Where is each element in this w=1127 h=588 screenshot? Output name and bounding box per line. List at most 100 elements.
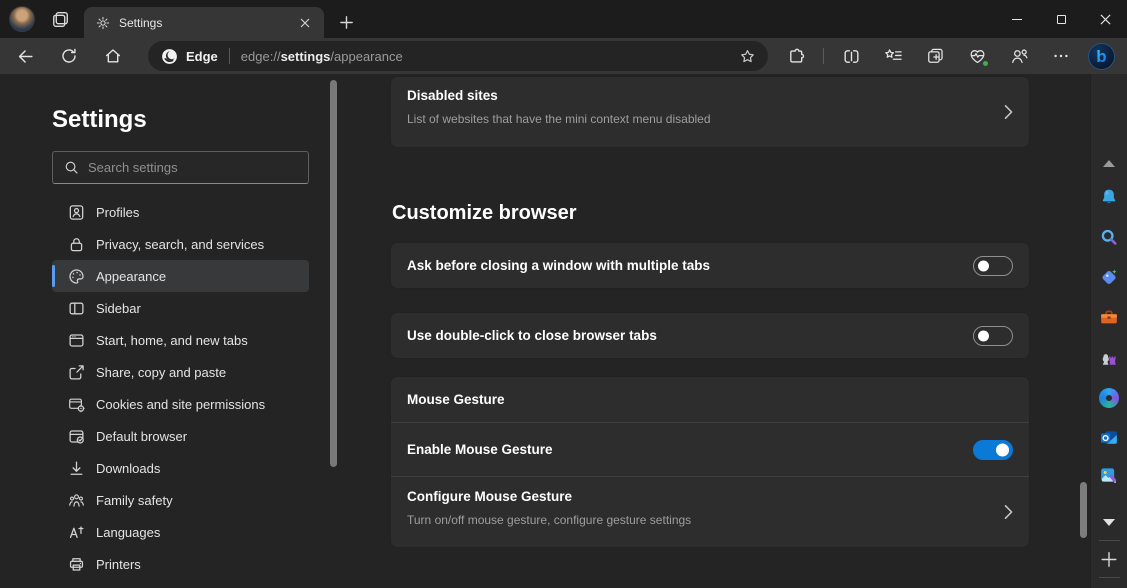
sidebar-item-label: Share, copy and paste — [96, 365, 226, 380]
selected-indicator — [52, 265, 55, 287]
refresh-button[interactable] — [52, 40, 86, 72]
ms-start-icon[interactable] — [1099, 388, 1119, 408]
sidebar-item-label: Privacy, search, and services — [96, 237, 264, 252]
sidebar-item-cookies-permissions[interactable]: Cookies and site permissions — [52, 388, 309, 420]
scroll-up-icon[interactable] — [1103, 160, 1115, 167]
section-heading: Customize browser — [392, 202, 576, 225]
languages-icon — [68, 524, 85, 541]
ask-before-closing-toggle[interactable] — [973, 256, 1013, 276]
sidebar-item-sidebar[interactable]: Sidebar — [52, 292, 309, 324]
essentials-status-dot — [982, 60, 989, 67]
home-button[interactable] — [96, 40, 130, 72]
close-button[interactable] — [1083, 0, 1127, 38]
printer-icon — [68, 556, 85, 573]
copilot-icon[interactable]: b — [1088, 43, 1115, 70]
sidebar-item-profiles[interactable]: Profiles — [52, 196, 309, 228]
profile-avatar[interactable] — [9, 6, 35, 32]
ask-before-closing-card: Ask before closing a window with multipl… — [391, 243, 1029, 288]
stacked-windows-icon — [51, 10, 70, 29]
enable-mouse-gesture-row: Enable Mouse Gesture — [391, 423, 1029, 477]
expand-sidebar-icon[interactable] — [1103, 519, 1115, 526]
double-click-close-toggle[interactable] — [973, 326, 1013, 346]
start-home-icon — [68, 332, 85, 349]
sidebar-panel-icon — [68, 300, 85, 317]
card-title: Disabled sites — [407, 88, 985, 103]
sidebar-item-start-home[interactable]: Start, home, and new tabs — [52, 324, 309, 356]
profile-people-icon[interactable] — [1004, 41, 1034, 71]
site-badge-label: Edge — [186, 49, 218, 64]
sidebar-item-label: Cookies and site permissions — [96, 397, 265, 412]
sidebar-scrollbar[interactable] — [330, 80, 337, 467]
title-bar: Settings — [0, 0, 1127, 38]
new-tab-button[interactable] — [334, 10, 358, 34]
sidebar-item-languages[interactable]: Languages — [52, 516, 309, 548]
tab-close-icon[interactable] — [296, 14, 314, 32]
enable-mouse-gesture-toggle[interactable] — [973, 440, 1013, 460]
shopping-tag-icon[interactable] — [1099, 267, 1120, 288]
browser-essentials-icon[interactable] — [962, 41, 992, 71]
add-to-sidebar-icon[interactable] — [1101, 551, 1118, 568]
image-creator-icon[interactable] — [1099, 465, 1120, 486]
more-options-icon[interactable] — [1046, 41, 1076, 71]
search-input[interactable] — [88, 160, 288, 175]
sidebar-item-label: Appearance — [96, 269, 166, 284]
sidebar-item-label: Languages — [96, 525, 160, 540]
setting-label: Ask before closing a window with multipl… — [407, 258, 973, 273]
sidebar-item-printers[interactable]: Printers — [52, 548, 309, 580]
url-text[interactable]: edge://settings/appearance — [241, 49, 739, 64]
double-click-close-card: Use double-click to close browser tabs — [391, 313, 1029, 358]
tab-title: Settings — [119, 16, 296, 30]
setting-label: Enable Mouse Gesture — [407, 442, 973, 457]
profiles-icon — [68, 204, 85, 221]
games-chess-icon[interactable] — [1099, 347, 1120, 368]
edge-logo-icon — [161, 48, 178, 65]
appearance-palette-icon — [68, 268, 85, 285]
address-separator — [229, 48, 230, 64]
address-bar[interactable]: Edge edge://settings/appearance — [148, 41, 768, 71]
favorite-star-icon[interactable] — [739, 48, 756, 65]
back-button[interactable] — [8, 40, 42, 72]
minimize-button[interactable] — [995, 0, 1039, 38]
toolbar-divider — [823, 48, 824, 64]
sidebar-item-downloads[interactable]: Downloads — [52, 452, 309, 484]
sidebar-item-label: Profiles — [96, 205, 139, 220]
disabled-sites-card[interactable]: Disabled sites List of websites that hav… — [391, 77, 1029, 147]
workspaces-button[interactable] — [46, 6, 74, 32]
settings-search-box[interactable] — [52, 151, 309, 184]
setting-description: Turn on/off mouse gesture, configure ges… — [407, 513, 985, 527]
content-scrollbar[interactable] — [1080, 482, 1087, 538]
maximize-button[interactable] — [1039, 0, 1083, 38]
downloads-icon — [68, 460, 85, 477]
privacy-lock-icon — [68, 236, 85, 253]
split-screen-icon[interactable] — [836, 41, 866, 71]
sidebar-item-default-browser[interactable]: Default browser — [52, 420, 309, 452]
settings-nav: Profiles Privacy, search, and services A… — [52, 196, 309, 580]
card-description: List of websites that have the mini cont… — [407, 112, 985, 126]
search-icon[interactable] — [1099, 227, 1120, 248]
gear-icon — [96, 16, 110, 30]
sidebar-item-appearance[interactable]: Appearance — [52, 260, 309, 292]
setting-label: Use double-click to close browser tabs — [407, 328, 973, 343]
sidebar-item-share-copy-paste[interactable]: Share, copy and paste — [52, 356, 309, 388]
outlook-icon[interactable] — [1099, 427, 1120, 448]
sidebar-item-family-safety[interactable]: Family safety — [52, 484, 309, 516]
sidebar-item-label: Default browser — [96, 429, 187, 444]
sidebar-item-label: Family safety — [96, 493, 173, 508]
extensions-icon[interactable] — [781, 41, 811, 71]
favorites-list-icon[interactable] — [878, 41, 908, 71]
share-icon — [68, 364, 85, 381]
collections-icon[interactable] — [920, 41, 950, 71]
configure-mouse-gesture-row[interactable]: Configure Mouse Gesture Turn on/off mous… — [391, 477, 1029, 547]
chevron-right-icon[interactable] — [1004, 77, 1013, 147]
sidebar-item-privacy[interactable]: Privacy, search, and services — [52, 228, 309, 260]
browser-tab-settings[interactable]: Settings — [84, 7, 324, 38]
sidebar-item-label: Downloads — [96, 461, 160, 476]
edge-sidebar-rail — [1090, 74, 1127, 588]
setting-label: Configure Mouse Gesture — [407, 489, 985, 504]
rail-divider — [1099, 577, 1120, 578]
settings-page-title: Settings — [52, 106, 147, 134]
notifications-bell-icon[interactable] — [1099, 187, 1120, 208]
tools-toolbox-icon[interactable] — [1099, 307, 1120, 328]
sidebar-item-label: Printers — [96, 557, 141, 572]
chevron-right-icon[interactable] — [1004, 477, 1013, 547]
